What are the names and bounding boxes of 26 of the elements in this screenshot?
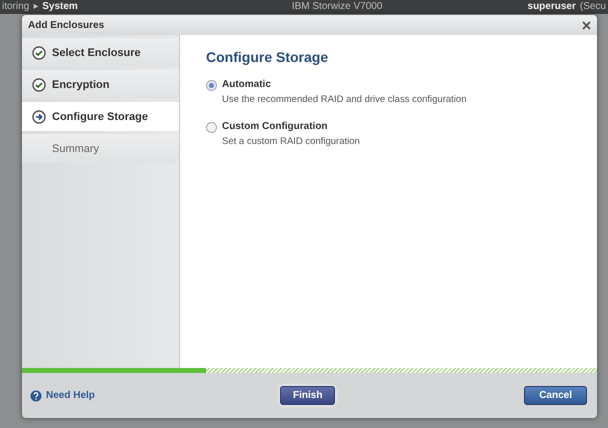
breadcrumb-text: itoring [2, 1, 30, 13]
wizard-step[interactable]: Summary [22, 134, 179, 163]
option-label: Custom Configuration [222, 121, 329, 132]
radio-button[interactable] [206, 122, 217, 133]
product-title: IBM Storwize V7000 [292, 1, 382, 13]
check-circle-icon [32, 46, 46, 60]
wizard-step[interactable]: Select Enclosure [22, 38, 179, 67]
finish-button[interactable]: Finish [280, 386, 336, 405]
user-role: (Secu [580, 1, 607, 13]
arrow-circle-icon [32, 110, 46, 124]
radio-button[interactable] [206, 80, 217, 91]
wizard-step[interactable]: Configure Storage [22, 102, 179, 131]
option-label: Automatic [222, 79, 272, 90]
dialog-title: Add Enclosures [28, 20, 104, 30]
wizard-step[interactable]: Encryption [22, 70, 179, 99]
help-icon [30, 390, 42, 402]
page-heading: Configure Storage [206, 49, 330, 65]
check-circle-icon [32, 78, 46, 92]
cancel-button[interactable]: Cancel [524, 386, 587, 405]
breadcrumb-separator: ▸ [33, 1, 38, 13]
close-icon[interactable] [582, 20, 591, 30]
section-text: System [42, 1, 78, 13]
help-link[interactable]: Need Help [46, 390, 95, 401]
option-description: Set a custom RAID configuration [222, 136, 360, 147]
user-name: superuser [528, 1, 576, 13]
option-description: Use the recommended RAID and drive class configuration [222, 94, 466, 105]
